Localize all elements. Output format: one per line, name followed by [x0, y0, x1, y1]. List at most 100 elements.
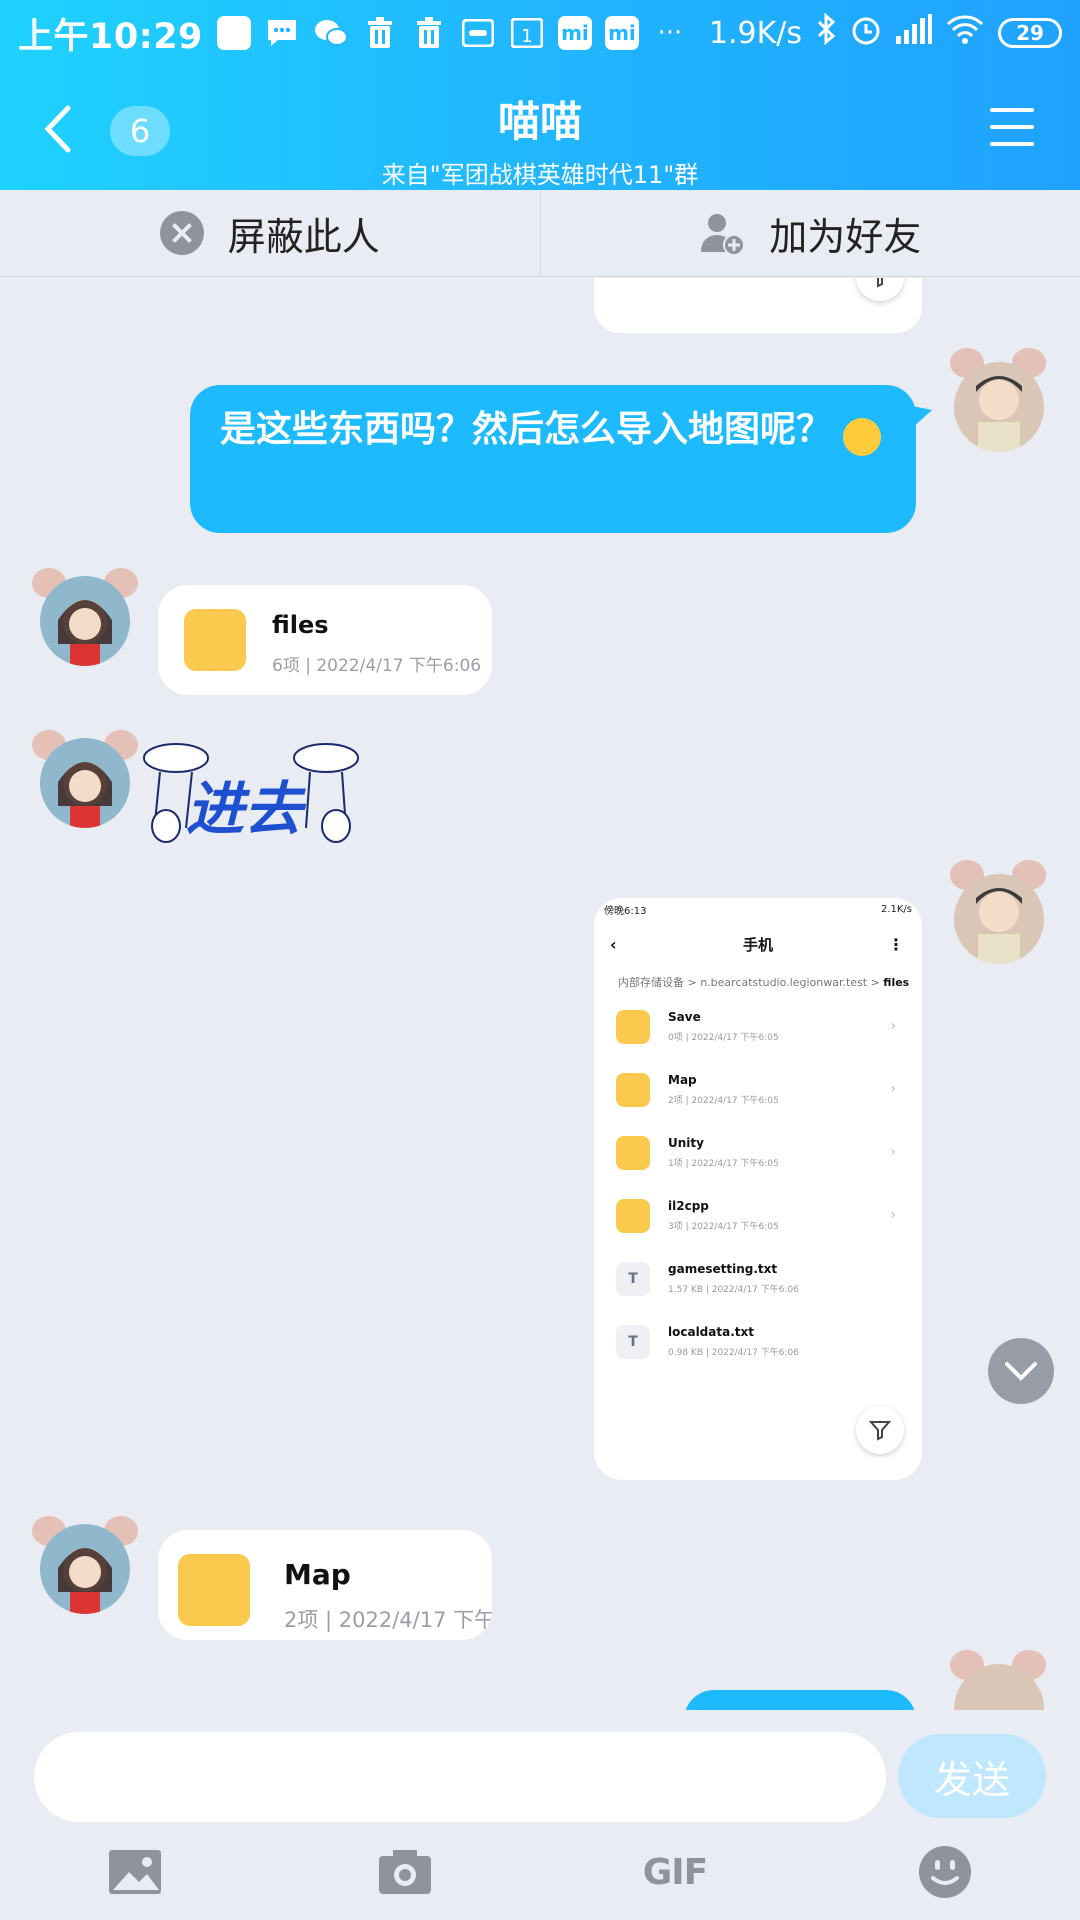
- group-source: 来自"军团战棋英雄时代11"群: [381, 161, 699, 189]
- screenshot-time: 傍晚6:13: [604, 905, 647, 917]
- status-bar: 上午10:29 1 mi mi ··· 1.9K/s 29: [0, 0, 1080, 66]
- screenshot-list-item: il2cpp 3项 | 2022/4/17 下午6:05 ›: [594, 1187, 922, 1250]
- filter-icon: [856, 1406, 904, 1454]
- alarm-icon: [850, 13, 882, 53]
- file-name: files: [272, 611, 329, 639]
- send-button[interactable]: 发送: [898, 1734, 1046, 1818]
- screenshot-status-bar: 傍晚6:13 2.1K/s: [594, 898, 922, 920]
- unread-count-badge[interactable]: 6: [110, 106, 170, 156]
- menu-button[interactable]: [990, 108, 1034, 152]
- file-message[interactable]: files 6项 | 2022/4/17 下午6:06: [158, 585, 492, 695]
- block-label: 屏蔽此人: [227, 214, 380, 259]
- status-time: 上午10:29: [18, 16, 203, 57]
- title-bar: 6 喵喵 来自"军团战棋英雄时代11"群: [0, 70, 1080, 190]
- camera-button[interactable]: [370, 1842, 440, 1902]
- image-icon: [109, 1850, 161, 1894]
- voicemail-icon: [460, 15, 496, 51]
- image-message[interactable]: [594, 278, 922, 333]
- gif-button[interactable]: GIF: [640, 1842, 710, 1902]
- sender-avatar[interactable]: [28, 1510, 138, 1620]
- chat-title: 喵喵 来自"军团战棋英雄时代11"群: [240, 88, 840, 190]
- bubble-tail: [912, 406, 932, 428]
- mi-store-icon: mi: [604, 16, 639, 50]
- scroll-to-bottom-button[interactable]: [988, 1338, 1054, 1404]
- screenshot-list-item: Map 2项 | 2022/4/17 下午6:05 ›: [594, 1061, 922, 1124]
- folder-icon: [616, 1010, 650, 1044]
- screenshot-breadcrumb: 内部存储设备 > n.bearcatstudio.legionwar.test …: [618, 976, 910, 989]
- chevron-right-icon: ›: [890, 1081, 896, 1097]
- add-friend-icon: [701, 214, 746, 256]
- my-avatar[interactable]: [942, 860, 1052, 970]
- file-meta: 6项 | 2022/4/17 下午6:06: [272, 656, 482, 676]
- sent-message-partial[interactable]: [684, 1690, 916, 1710]
- add-friend-label: 加为好友: [769, 214, 922, 259]
- text-file-icon: T: [616, 1262, 650, 1296]
- file-meta: 2项 | 2022/4/17 下午6:05: [284, 1608, 492, 1632]
- folder-icon: [616, 1136, 650, 1170]
- screenshot-item-meta: 3项 | 2022/4/17 下午6:05: [668, 1222, 779, 1232]
- screenshot-list-item: Save 0项 | 2022/4/17 下午6:05 ›: [594, 998, 922, 1061]
- folder-icon: [184, 609, 246, 671]
- contact-name: 喵喵: [497, 97, 582, 146]
- folder-icon: [178, 1554, 250, 1626]
- file-name: Map: [284, 1558, 351, 1591]
- screenshot-image-message[interactable]: 傍晚6:13 2.1K/s ‹ 手机 ⋮ 内部存储设备 > n.bearcats…: [594, 898, 922, 1480]
- sticker-message[interactable]: 进去: [140, 738, 366, 848]
- chevron-left-icon: ‹: [610, 934, 617, 954]
- smiley-icon: [919, 1846, 971, 1898]
- my-avatar[interactable]: [942, 348, 1052, 458]
- camera-icon: [379, 1850, 431, 1894]
- header: 上午10:29 1 mi mi ··· 1.9K/s 29 6 喵喵 来自"军团…: [0, 0, 1080, 190]
- screenshot-item-name: Map: [668, 1073, 697, 1087]
- message-input[interactable]: [34, 1732, 886, 1822]
- filter-icon: [856, 278, 904, 301]
- image-picker-button[interactable]: [100, 1842, 170, 1902]
- battery-indicator: 29: [998, 18, 1062, 48]
- text-file-icon: T: [616, 1325, 650, 1359]
- input-bar: 发送 GIF: [0, 1710, 1080, 1920]
- chevron-right-icon: ›: [890, 1018, 896, 1034]
- screenshot-item-meta: 0.98 KB | 2022/4/17 下午6:06: [668, 1348, 799, 1358]
- emoji-icon: [843, 417, 882, 456]
- screenshot-item-meta: 1项 | 2022/4/17 下午6:05: [668, 1159, 779, 1169]
- block-user-button[interactable]: 屏蔽此人: [0, 190, 540, 276]
- screenshot-list-item: Tgamesetting.txt 1.57 KB | 2022/4/17 下午6:…: [594, 1250, 922, 1313]
- chevron-down-icon: [1005, 1362, 1037, 1381]
- gif-icon: GIF: [642, 1851, 709, 1893]
- sender-avatar[interactable]: [28, 724, 138, 834]
- screenshot-item-name: il2cpp: [668, 1199, 709, 1213]
- folder-icon: [616, 1199, 650, 1233]
- add-friend-button[interactable]: 加为好友: [539, 190, 1080, 276]
- svg-text:1: 1: [521, 26, 532, 47]
- chevron-right-icon: ›: [890, 1207, 896, 1223]
- more-vert-icon: ⋮: [888, 934, 904, 954]
- more-notifications-icon: ···: [657, 18, 683, 48]
- mi-store-icon: mi: [557, 16, 592, 50]
- emoji-button[interactable]: [910, 1842, 980, 1902]
- calendar-icon: 1: [509, 15, 545, 51]
- stranger-action-bar: 屏蔽此人 加为好友: [0, 190, 1080, 277]
- screenshot-item-name: localdata.txt: [668, 1325, 754, 1339]
- screenshot-item-meta: 1.57 KB | 2022/4/17 下午6:06: [668, 1285, 799, 1295]
- screenshot-item-name: gamesetting.txt: [668, 1262, 778, 1276]
- screenshot-file-list: Save 0项 | 2022/4/17 下午6:05 › Map 2项 | 2022/4…: [594, 998, 922, 1376]
- screenshot-title: 手机: [742, 935, 773, 954]
- screenshot-header: ‹ 手机 ⋮: [594, 920, 922, 968]
- screenshot-list-item: Tlocaldata.txt 0.98 KB | 2022/4/17 下午6:06: [594, 1313, 922, 1376]
- message-text: 是这些东西吗？然后怎么导入地图呢？: [220, 408, 833, 450]
- folder-icon: [616, 1073, 650, 1107]
- screenshot-item-meta: 2项 | 2022/4/17 下午6:05: [668, 1096, 779, 1106]
- sent-text-message[interactable]: 是这些东西吗？然后怎么导入地图呢？: [190, 385, 916, 533]
- back-button[interactable]: [38, 102, 78, 156]
- screenshot-item-name: Unity: [668, 1136, 704, 1150]
- my-avatar[interactable]: [942, 1650, 1052, 1710]
- sender-avatar[interactable]: [28, 562, 138, 672]
- screenshot-item-name: Save: [668, 1010, 701, 1024]
- message-list[interactable]: 是这些东西吗？然后怎么导入地图呢？ files 6项 | 2022/4/17 下…: [0, 278, 1080, 1710]
- screenshot-list-item: Unity 1项 | 2022/4/17 下午6:05 ›: [594, 1124, 922, 1187]
- signal-icon: [896, 14, 932, 52]
- trash-icon: [411, 15, 447, 51]
- wechat-icon: [313, 15, 349, 51]
- file-message[interactable]: Map 2项 | 2022/4/17 下午6:05: [158, 1530, 492, 1640]
- screenshot-item-meta: 0项 | 2022/4/17 下午6:05: [668, 1033, 779, 1043]
